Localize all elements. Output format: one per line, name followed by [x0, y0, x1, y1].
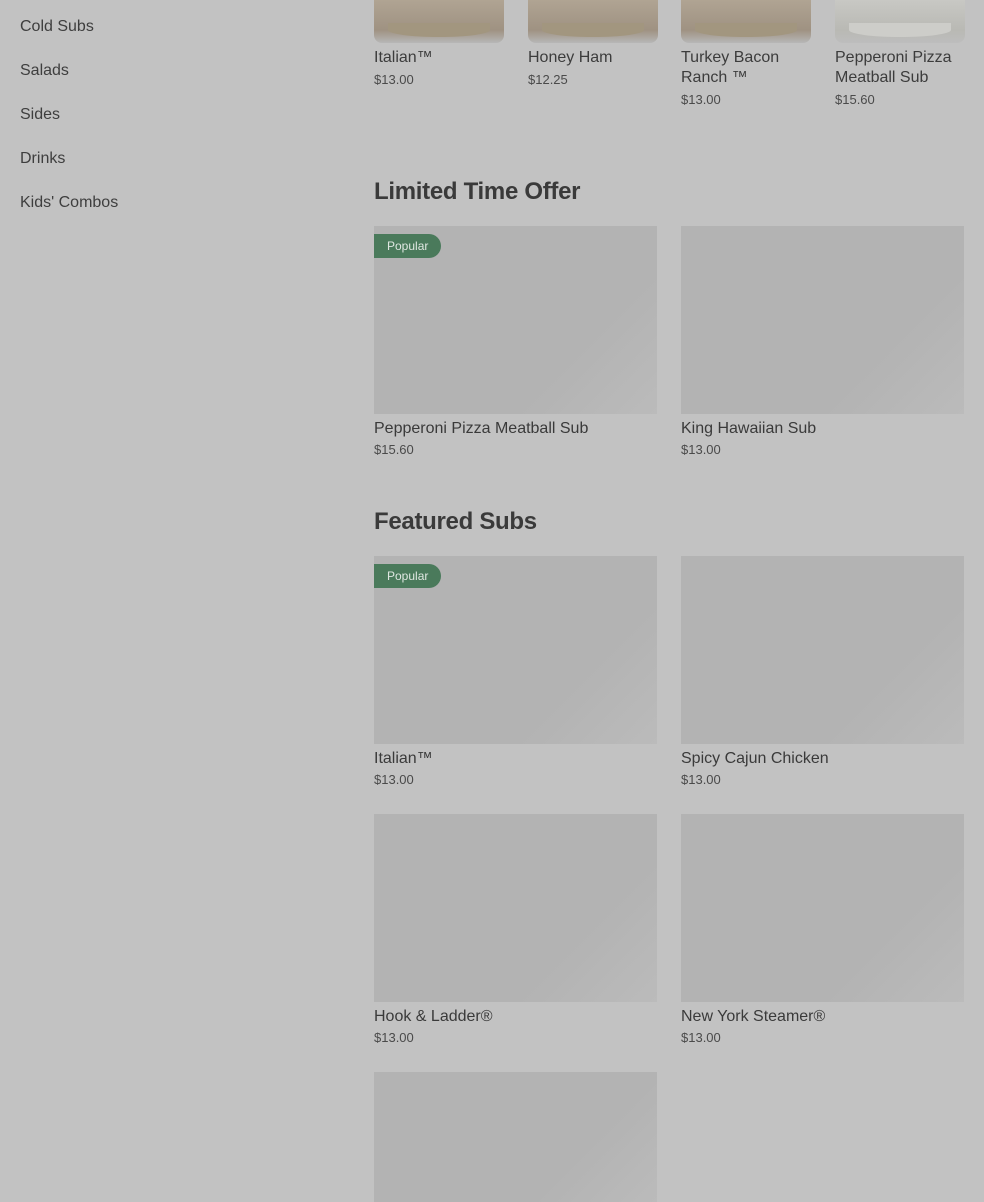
top-product-strip: Italian™ $13.00 Honey Ham $12.25 Turkey …: [374, 0, 965, 160]
product-image: [681, 0, 811, 43]
menu-main: Italian™ $13.00 Honey Ham $12.25 Turkey …: [374, 0, 965, 1202]
product-title: King Hawaiian Sub: [681, 420, 817, 437]
product-image: [374, 1072, 657, 1202]
product-image: [835, 0, 965, 43]
product-image: [374, 814, 657, 1002]
popular-badge: Popular: [374, 234, 442, 258]
product-image: [374, 0, 504, 43]
product-price: $13.00: [374, 1030, 414, 1045]
product-price: $13.00: [681, 442, 721, 457]
product-title: Pepperoni Pizza Meatball Sub: [835, 49, 952, 86]
product-price: $12.25: [528, 72, 568, 87]
product-card[interactable]: Italian™ $13.00: [374, 0, 504, 87]
product-card[interactable]: New York Steamer® $13.00: [681, 814, 964, 1045]
product-title: Italian™: [374, 750, 433, 767]
product-title: New York Steamer®: [681, 1008, 826, 1025]
product-price: $13.00: [681, 772, 721, 787]
product-card[interactable]: King Hawaiian Sub $13.00: [681, 226, 964, 457]
product-image: Popular: [374, 556, 657, 744]
product-title: Pepperoni Pizza Meatball Sub: [374, 420, 589, 437]
product-price: $13.00: [374, 72, 414, 87]
product-image: [681, 814, 964, 1002]
product-price: $15.60: [835, 92, 875, 107]
category-sidebar: Cold Subs Salads Sides Drinks Kids' Comb…: [20, 16, 320, 236]
product-image: [681, 226, 964, 414]
product-card[interactable]: [374, 1072, 657, 1202]
product-image: [528, 0, 658, 43]
product-card[interactable]: Popular Italian™ $13.00: [374, 556, 657, 787]
product-card[interactable]: Turkey Bacon Ranch ™ $13.00: [681, 0, 811, 107]
product-card[interactable]: Spicy Cajun Chicken $13.00: [681, 556, 964, 787]
menu-page: Cold Subs Salads Sides Drinks Kids' Comb…: [0, 0, 984, 1202]
product-image: [681, 556, 964, 744]
section-title-limited-time: Limited Time Offer: [374, 178, 581, 205]
product-card[interactable]: Pepperoni Pizza Meatball Sub $15.60: [835, 0, 965, 107]
product-image: Popular: [374, 226, 657, 414]
product-price: $13.00: [374, 772, 414, 787]
sidebar-item-salads[interactable]: Salads: [20, 60, 320, 104]
product-card[interactable]: Honey Ham $12.25: [528, 0, 658, 87]
product-title: Turkey Bacon Ranch ™: [681, 49, 780, 86]
product-price: $13.00: [681, 1030, 721, 1045]
sidebar-item-drinks[interactable]: Drinks: [20, 148, 320, 192]
sidebar-item-sides[interactable]: Sides: [20, 104, 320, 148]
product-title: Hook & Ladder®: [374, 1008, 493, 1025]
product-title: Italian™: [374, 49, 433, 66]
product-price: $15.60: [374, 442, 414, 457]
sidebar-item-kids-combos[interactable]: Kids' Combos: [20, 192, 320, 236]
popular-badge: Popular: [374, 564, 442, 588]
section-title-featured-subs: Featured Subs: [374, 508, 537, 535]
product-price: $13.00: [681, 92, 721, 107]
product-card[interactable]: Popular Pepperoni Pizza Meatball Sub $15…: [374, 226, 657, 457]
product-card[interactable]: Hook & Ladder® $13.00: [374, 814, 657, 1045]
product-title: Honey Ham: [528, 49, 613, 66]
product-title: Spicy Cajun Chicken: [681, 750, 829, 767]
sidebar-item-cold-subs[interactable]: Cold Subs: [20, 16, 320, 60]
